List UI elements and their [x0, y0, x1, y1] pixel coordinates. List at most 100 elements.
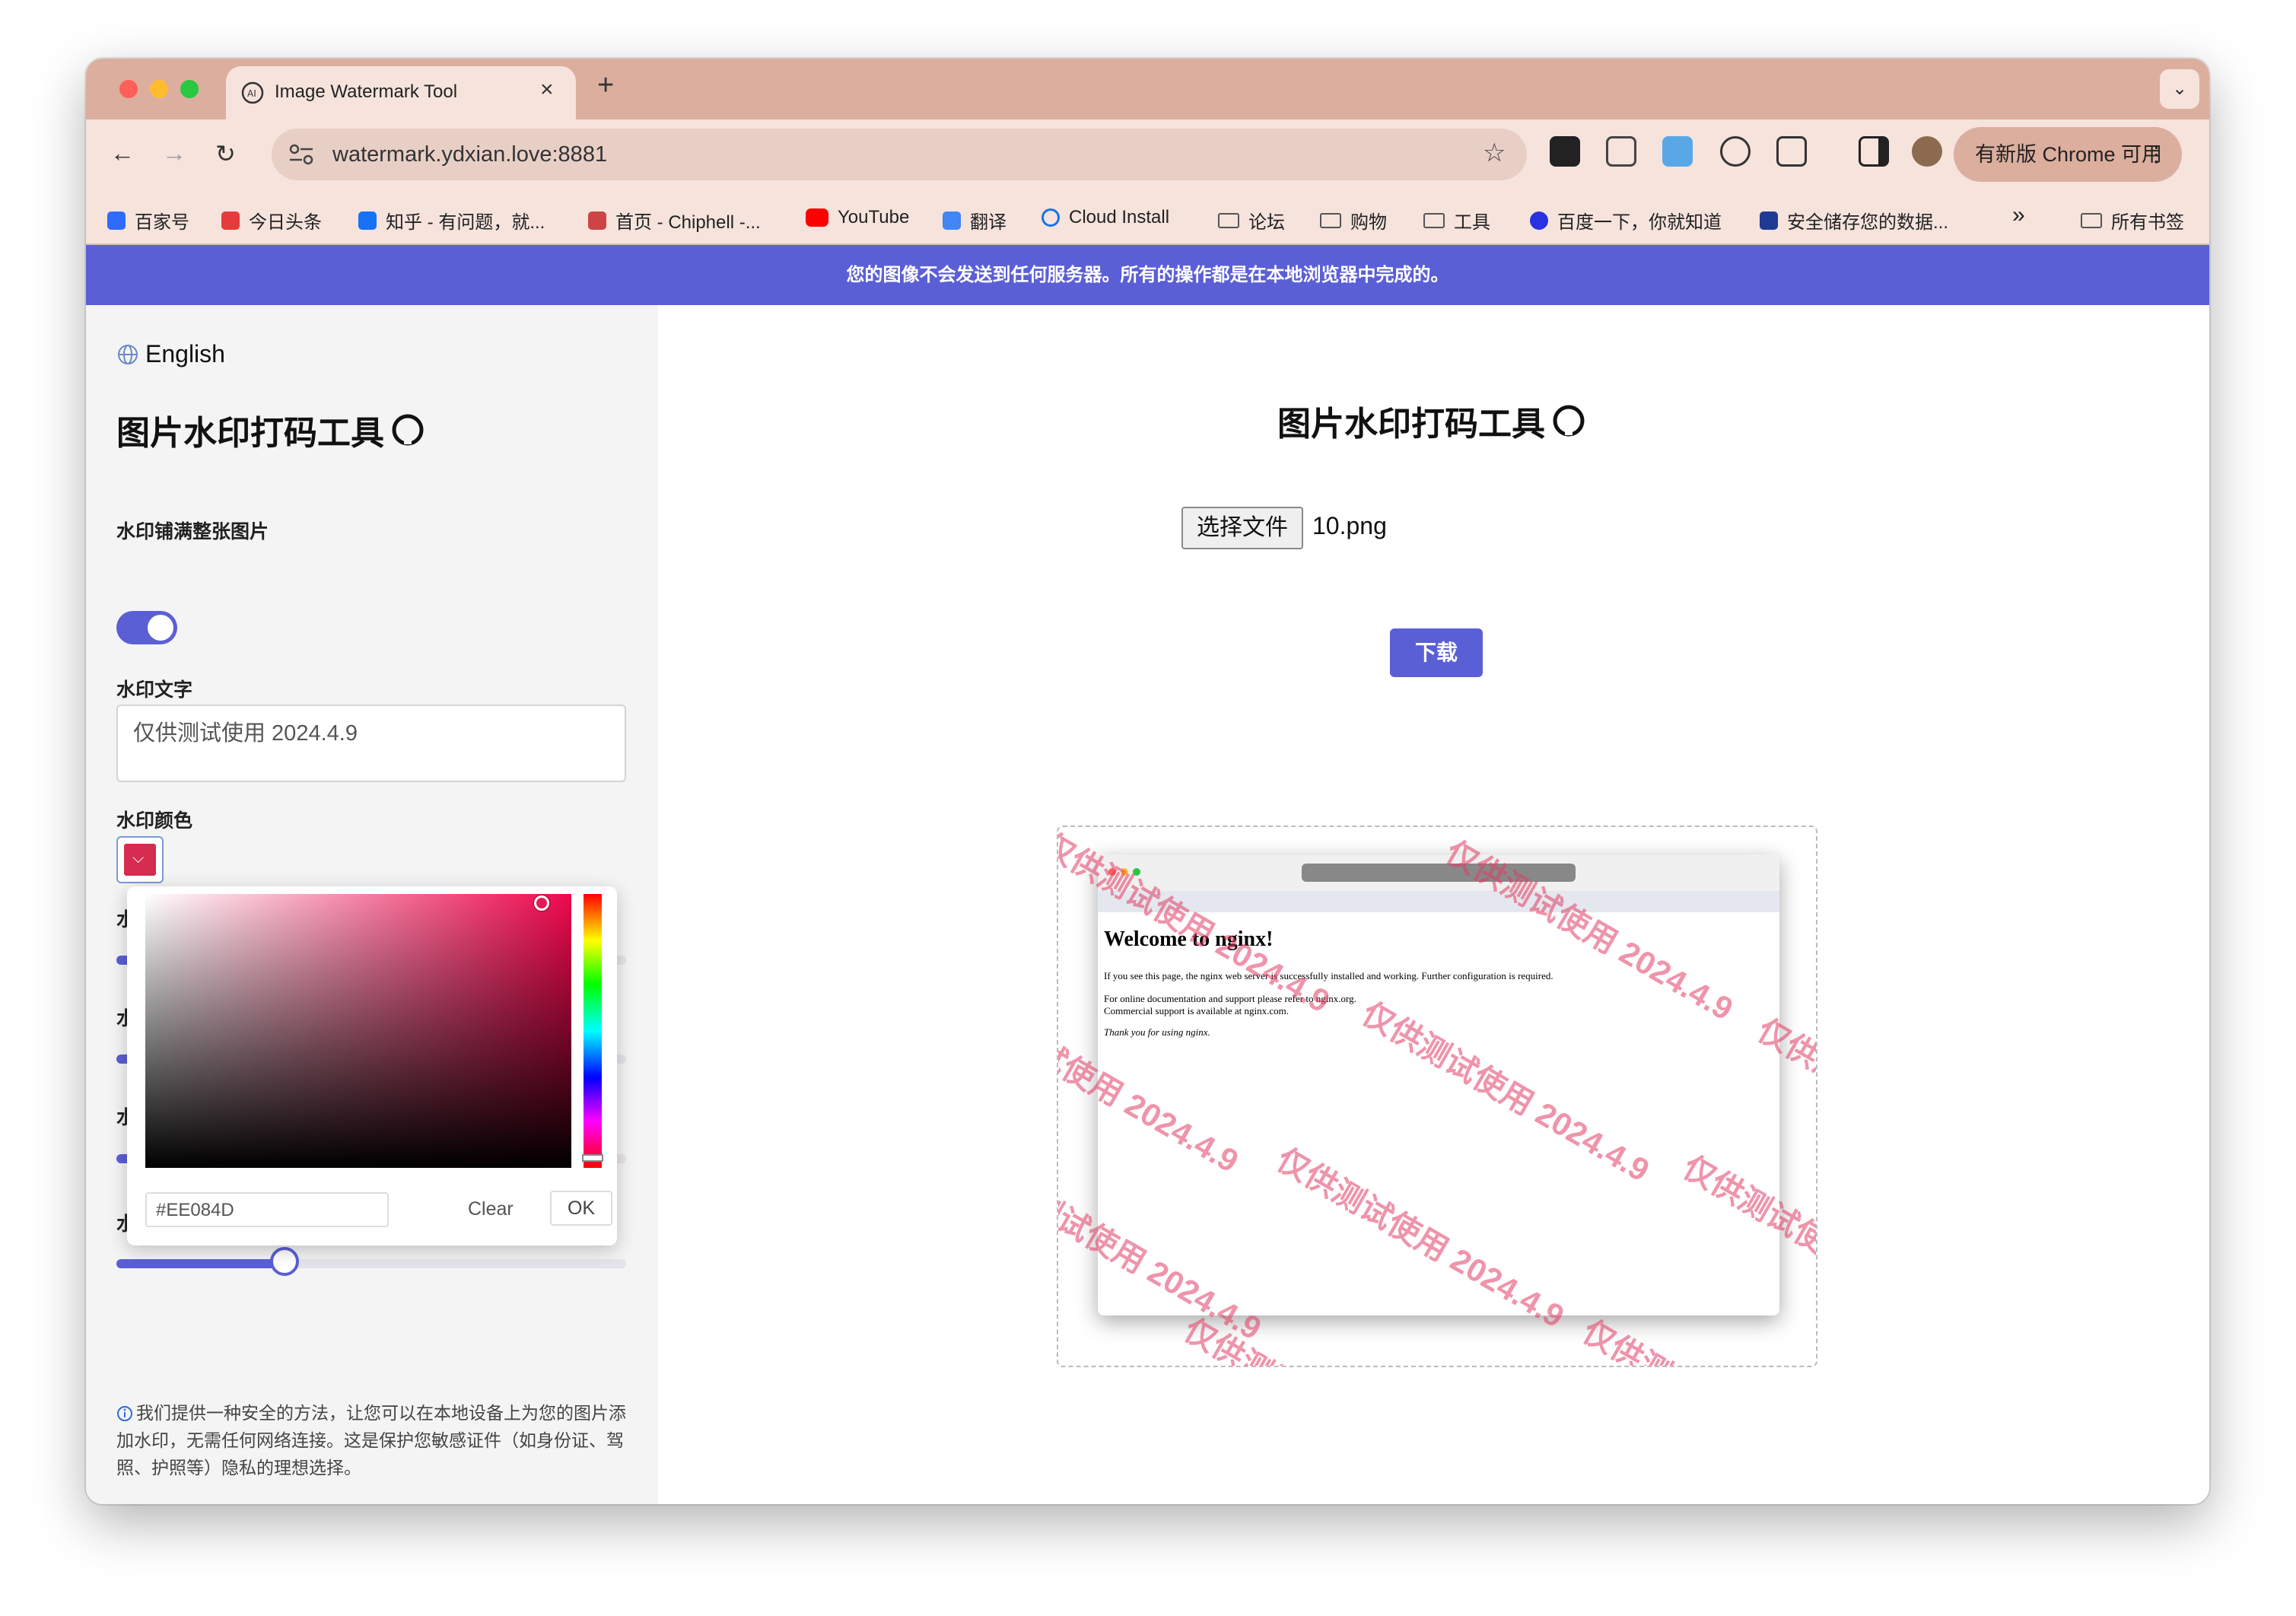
nginx-paragraph: Commercial support is available at nginx… [1104, 1005, 1289, 1016]
slider-fill [116, 1259, 285, 1268]
extension-scissors-icon[interactable] [1720, 136, 1751, 167]
bookmark-item[interactable]: 翻译 [943, 207, 1006, 234]
folder-icon [1218, 212, 1239, 228]
watermark-text: 仅供测试使用 2024.4.9 [1576, 1306, 1817, 1366]
cloud-icon [1041, 208, 1060, 227]
bookmark-item[interactable]: 安全储存您的数据... [1760, 207, 1948, 234]
nginx-heading: Welcome to nginx! [1104, 927, 1274, 951]
nginx-paragraph: Thank you for using nginx. [1104, 1026, 1210, 1038]
tab-strip: AI Image Watermark Tool × + ⌄ [86, 59, 2209, 119]
extension-translate-icon[interactable] [1662, 136, 1693, 167]
chiphell-icon [588, 211, 606, 230]
back-arrow-icon[interactable]: ← [110, 139, 135, 167]
folder-icon [2081, 212, 2102, 228]
github-icon[interactable] [392, 414, 424, 446]
bookmark-item[interactable]: 百度一下，你就知道 [1530, 207, 1722, 234]
slider-thumb[interactable] [270, 1247, 300, 1276]
bookmark-folder[interactable]: 论坛 [1218, 207, 1285, 234]
minimize-window-button[interactable] [150, 80, 168, 98]
storage-icon [1760, 211, 1778, 230]
hue-thumb[interactable] [582, 1154, 603, 1162]
ai-favicon-icon: AI [241, 81, 264, 104]
bookmark-item[interactable]: YouTube [806, 207, 909, 228]
watermark-preview: Welcome to nginx! If you see this page, … [1057, 825, 1817, 1367]
privacy-note: 我们提供一种安全的方法，让您可以在本地设备上为您的图片添加水印，无需任何网络连接… [116, 1403, 626, 1478]
ok-button[interactable]: OK [550, 1191, 612, 1226]
globe-icon [118, 344, 138, 364]
zhihu-icon [358, 211, 377, 230]
nginx-paragraph: For online documentation and support ple… [1104, 993, 1356, 1004]
preview-browser-bar [1098, 854, 1779, 892]
close-window-button[interactable] [119, 80, 138, 98]
opacity-slider[interactable] [116, 1247, 626, 1276]
baidu-icon [1530, 211, 1548, 230]
browser-toolbar: ← → ↻ watermark.ydxian.love:8881 ☆ 有新版 C… [86, 119, 2209, 192]
language-switch[interactable]: English [116, 340, 225, 368]
main-title: 图片水印打码工具 [1277, 396, 1585, 445]
address-bar[interactable]: watermark.ydxian.love:8881 ☆ [272, 129, 1527, 180]
toutiao-icon [221, 211, 240, 230]
watermark-text-input[interactable]: 仅供测试使用 2024.4.9 [116, 705, 626, 782]
profile-avatar[interactable] [1912, 136, 1942, 167]
bookmark-item[interactable]: 知乎 - 有问题，就... [358, 207, 545, 234]
kebab-menu-icon[interactable]: ⋮ [2146, 127, 2167, 182]
extension-mask-icon[interactable] [1550, 136, 1580, 167]
url-text: watermark.ydxian.love:8881 [332, 142, 608, 167]
bookmark-item[interactable]: Cloud Install [1041, 207, 1169, 228]
main-content: 图片水印打码工具 选择文件 10.png 下载 Welcome to nginx… [658, 305, 2209, 1504]
tab-search-chevron-icon[interactable]: ⌄ [2160, 69, 2199, 109]
bookmark-item[interactable]: 百家号 [107, 207, 189, 234]
text-label: 水印文字 [116, 679, 193, 701]
settings-sidebar: English 图片水印打码工具 水印铺满整张图片 水印文字 仅供测试使用 20… [86, 305, 658, 1504]
tile-label: 水印铺满整张图片 [116, 521, 269, 542]
nginx-paragraph: If you see this page, the nginx web serv… [1104, 970, 1553, 981]
bookmark-star-icon[interactable]: ☆ [1483, 138, 1506, 168]
download-button[interactable]: 下载 [1390, 628, 1483, 677]
tab-title: Image Watermark Tool [275, 81, 458, 102]
color-picker-button[interactable]: ⌵ [116, 836, 164, 883]
tab-close-icon[interactable]: × [540, 77, 554, 103]
svg-text:AI: AI [247, 88, 256, 99]
github-icon[interactable] [1553, 405, 1585, 437]
bookmark-folder[interactable]: 购物 [1320, 207, 1387, 234]
bookmark-item[interactable]: 今日头条 [221, 207, 322, 234]
update-chrome-button[interactable]: 有新版 Chrome 可用 ⋮ [1954, 127, 2182, 182]
hex-input[interactable]: #EE084D [145, 1192, 389, 1227]
browser-window: AI Image Watermark Tool × + ⌄ ← → ↻ wate… [86, 59, 2209, 1504]
more-bookmarks-icon[interactable]: » [2012, 202, 2025, 228]
preview-tab-bar [1098, 891, 1779, 912]
site-settings-icon[interactable] [288, 142, 314, 167]
color-label: 水印颜色 [116, 810, 193, 832]
toggle-knob [148, 615, 173, 641]
baijiahao-icon [107, 211, 126, 230]
choose-file-button[interactable]: 选择文件 [1181, 507, 1303, 549]
bookmark-folder[interactable]: 工具 [1423, 207, 1490, 234]
hue-slider[interactable] [584, 894, 602, 1168]
sidebar-title: 图片水印打码工具 [116, 406, 424, 454]
bookmarks-bar: 百家号 今日头条 知乎 - 有问题，就... 首页 - Chiphell -..… [86, 192, 2209, 245]
color-cursor[interactable] [534, 895, 549, 911]
tab-active[interactable]: AI Image Watermark Tool × [226, 66, 576, 119]
translate-icon [943, 211, 961, 230]
folder-icon [1320, 212, 1341, 228]
extensions-puzzle-icon[interactable] [1776, 136, 1807, 167]
file-name: 10.png [1312, 512, 1387, 539]
preview-image: Welcome to nginx! If you see this page, … [1098, 854, 1779, 1315]
clear-button[interactable]: Clear [468, 1198, 514, 1220]
zoom-window-button[interactable] [180, 80, 199, 98]
tile-toggle[interactable] [116, 611, 177, 644]
chevron-down-icon: ⌵ [132, 850, 145, 867]
bookmark-item[interactable]: 首页 - Chiphell -... [588, 207, 761, 234]
extension-shield-icon[interactable] [1606, 136, 1636, 167]
youtube-icon [806, 208, 828, 227]
new-tab-button[interactable]: + [597, 69, 614, 102]
reload-icon[interactable]: ↻ [215, 139, 236, 168]
update-chrome-label: 有新版 Chrome 可用 [1975, 143, 2163, 166]
info-icon [117, 1406, 132, 1421]
forward-arrow-icon[interactable]: → [162, 139, 186, 167]
all-bookmarks-folder[interactable]: 所有书签 [2081, 207, 2184, 234]
privacy-banner: 您的图像不会发送到任何服务器。所有的操作都是在本地浏览器中完成的。 [86, 245, 2209, 305]
color-picker-popover: #EE084D Clear OK [127, 886, 617, 1245]
saturation-value-area[interactable] [145, 894, 571, 1168]
side-panel-icon[interactable] [1859, 136, 1889, 167]
